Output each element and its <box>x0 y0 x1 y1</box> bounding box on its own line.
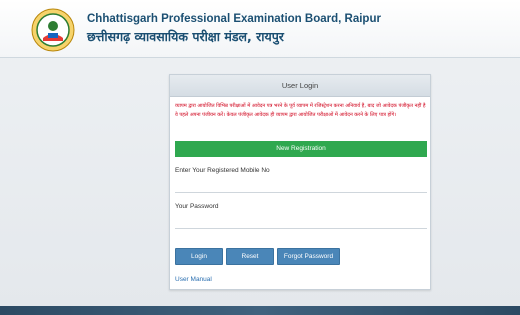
panel-title: User Login <box>170 75 430 97</box>
header-title-hindi: छत्तीसगढ़ व्यावसायिक परीक्षा मंडल, रायपु… <box>87 29 284 44</box>
mobile-label: Enter Your Registered Mobile No <box>175 167 270 174</box>
board-logo-icon <box>31 8 75 52</box>
forgot-password-button[interactable]: Forgot Password <box>277 248 340 265</box>
login-button[interactable]: Login <box>175 248 223 265</box>
registration-notice: व्यापम द्वारा आयोजित विभिन्न परीक्षाओं म… <box>175 103 426 118</box>
password-label: Your Password <box>175 203 219 210</box>
user-manual-link[interactable]: User Manual <box>175 276 212 283</box>
footer-bar <box>0 306 520 315</box>
mobile-input[interactable] <box>175 181 427 193</box>
new-registration-button[interactable]: New Registration <box>175 141 427 157</box>
user-login-panel: User Login व्यापम द्वारा आयोजित विभिन्न … <box>169 74 431 290</box>
header-title-english: Chhattisgarh Professional Examination Bo… <box>87 13 381 25</box>
reset-button[interactable]: Reset <box>226 248 274 265</box>
site-header: Chhattisgarh Professional Examination Bo… <box>0 0 520 58</box>
password-input[interactable] <box>175 217 427 229</box>
